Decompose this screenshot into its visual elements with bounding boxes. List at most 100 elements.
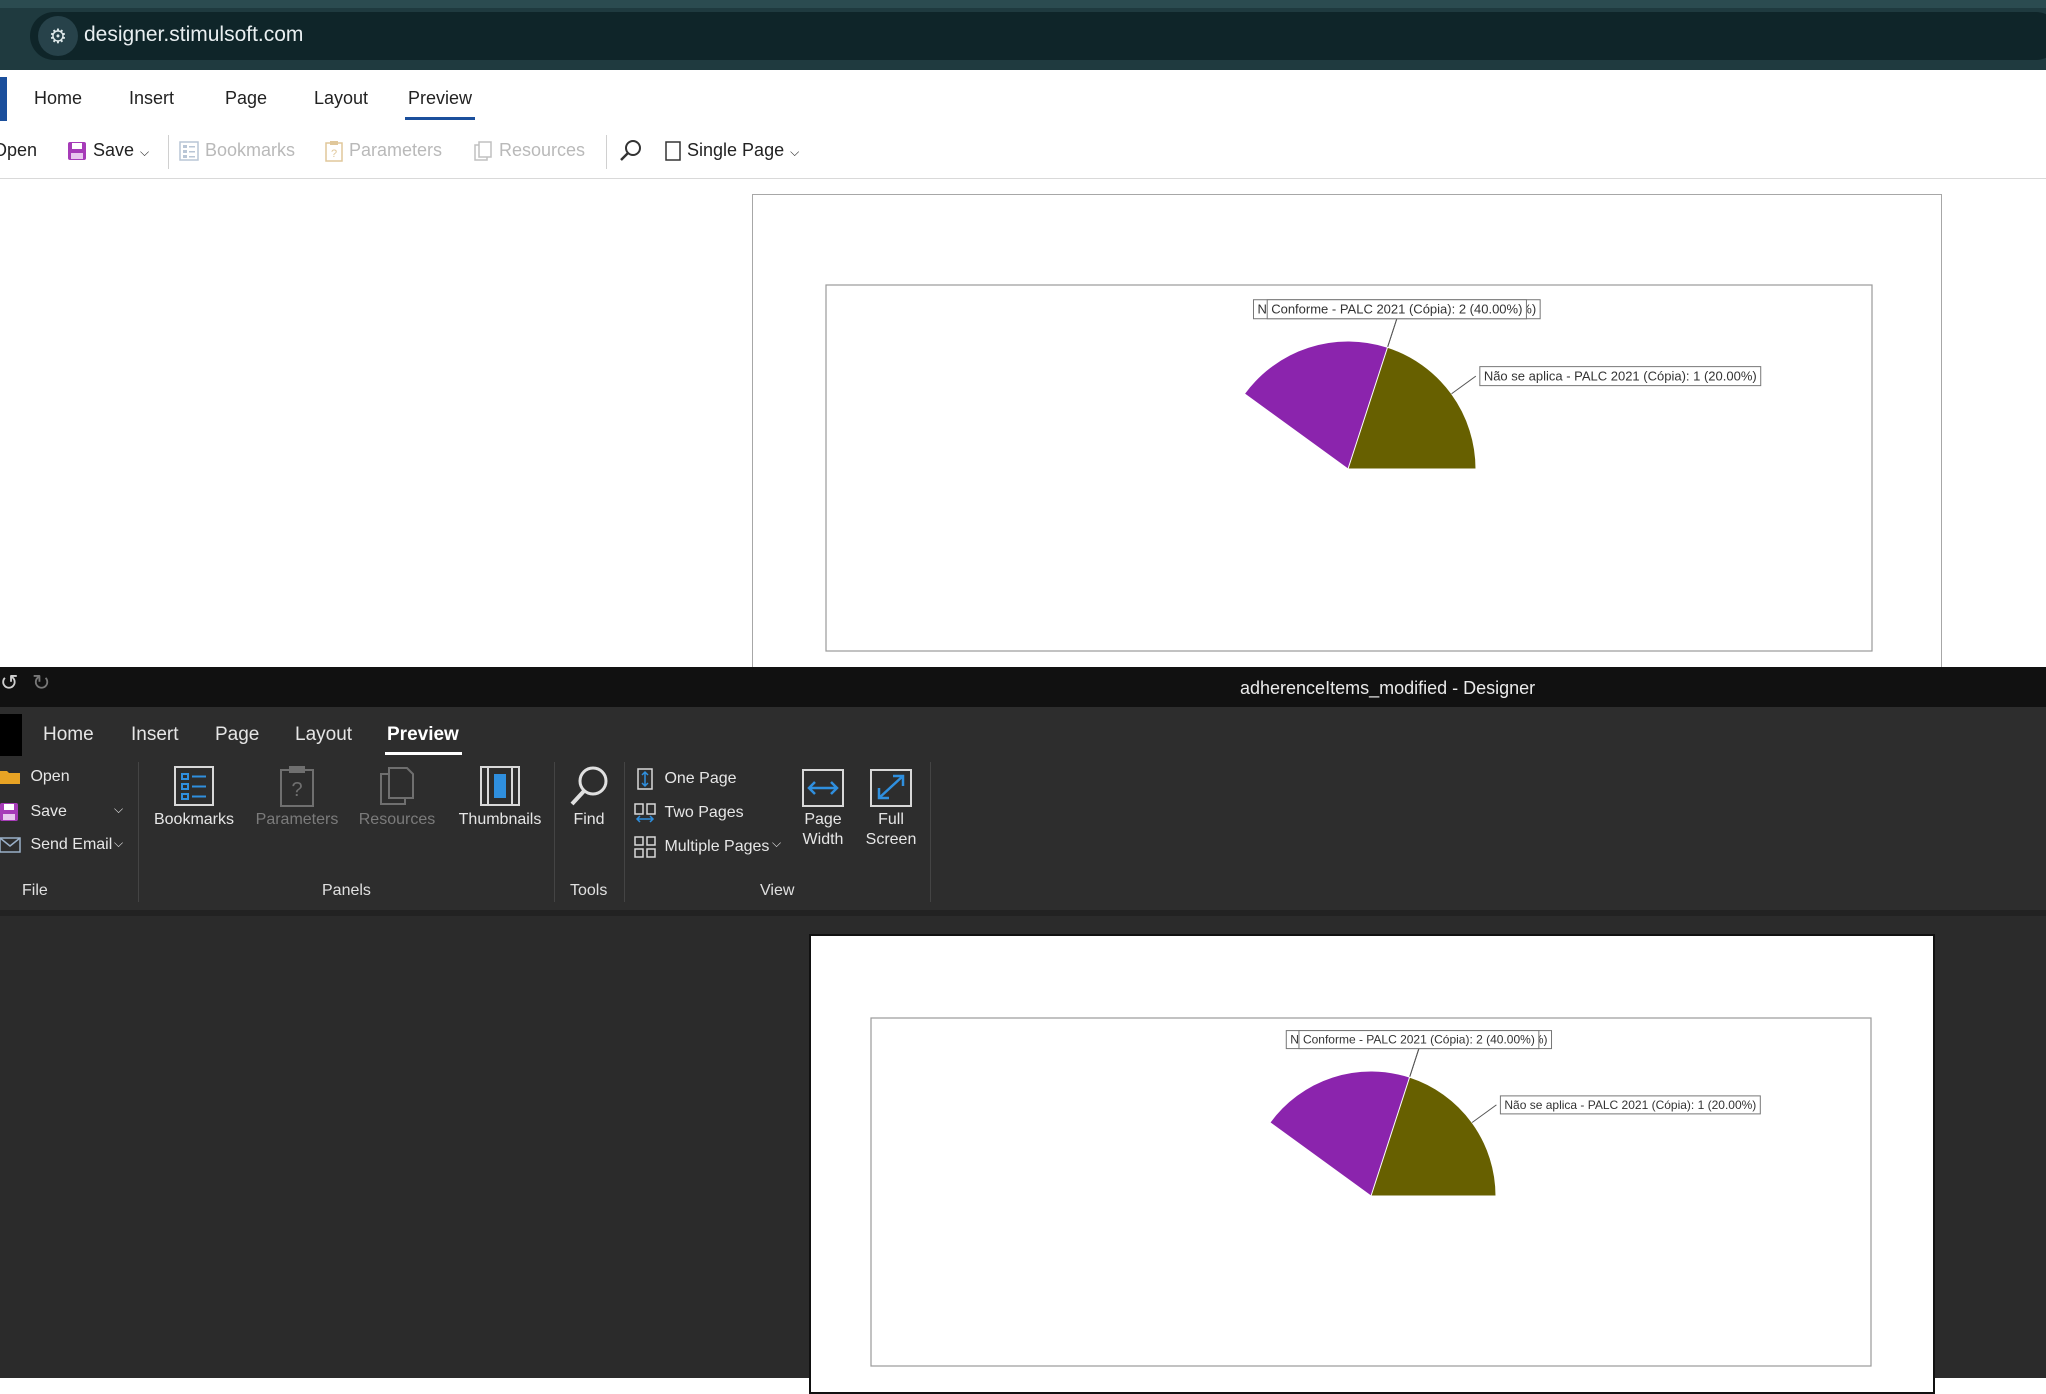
desk-page-width-button[interactable]: Page Width bbox=[796, 768, 850, 850]
desktop-report-page: Não Conforme - PALC 2021 (Cópia): 2 (40.… bbox=[809, 934, 1935, 1394]
web-resources-label: Resources bbox=[499, 140, 586, 160]
web-tab-page[interactable]: Page bbox=[225, 88, 267, 109]
desktop-title-bar bbox=[0, 667, 2046, 707]
search-icon bbox=[570, 766, 608, 806]
chevron-down-icon: ⌵ bbox=[114, 802, 124, 816]
web-open-button[interactable]: Open bbox=[0, 140, 44, 161]
web-view-mode-dropdown[interactable]: Single Page ⌵ bbox=[664, 140, 799, 162]
desk-multiple-pages-label: Multiple Pages bbox=[664, 838, 770, 856]
web-parameters-button[interactable]: ? Parameters bbox=[324, 140, 442, 162]
bookmarks-icon bbox=[174, 766, 214, 806]
desk-multiple-pages-button[interactable]: Multiple Pages ⌵ bbox=[634, 836, 786, 858]
desk-send-email-label: Send Email bbox=[30, 836, 113, 854]
desk-open-button[interactable]: Open bbox=[0, 768, 70, 786]
chevron-down-icon: ⌵ bbox=[790, 145, 800, 159]
undo-icon[interactable]: ↺ bbox=[0, 670, 18, 696]
desk-parameters-label: Parameters bbox=[255, 811, 339, 828]
one-page-icon bbox=[637, 768, 653, 790]
parameters-icon: ? bbox=[280, 766, 314, 807]
desk-tab-preview[interactable]: Preview bbox=[387, 724, 459, 746]
redo-icon[interactable]: ↻ bbox=[32, 670, 50, 696]
web-tab-home[interactable]: Home bbox=[34, 88, 82, 109]
url-text[interactable]: designer.stimulsoft.com bbox=[84, 23, 303, 47]
desk-save-label: Save bbox=[30, 803, 67, 821]
desk-page-width-label: Page Width bbox=[796, 810, 850, 850]
desk-tab-page[interactable]: Page bbox=[215, 724, 259, 746]
desk-tab-layout[interactable]: Layout bbox=[295, 724, 352, 746]
folder-open-icon bbox=[0, 771, 20, 784]
tune-icon[interactable]: ⚙ bbox=[38, 16, 78, 56]
desk-resources-button[interactable]: Resources bbox=[352, 764, 442, 830]
save-icon bbox=[68, 142, 86, 161]
web-save-label: Save bbox=[93, 140, 135, 160]
pie-data-label: Não se aplica - PALC 2021 (Cópia): 1 (20… bbox=[1504, 1098, 1756, 1112]
web-ribbon bbox=[0, 70, 2046, 179]
web-pie-chart: Não Conforme - PALC 2021 (Cópia): 2 (40.… bbox=[825, 284, 1873, 652]
thumbnails-icon bbox=[480, 766, 520, 806]
svg-text:?: ? bbox=[331, 148, 337, 160]
bookmarks-icon bbox=[179, 141, 199, 161]
desk-bookmarks-label: Bookmarks bbox=[153, 811, 235, 828]
save-icon bbox=[0, 803, 18, 821]
web-bookmarks-label: Bookmarks bbox=[205, 140, 296, 160]
toolbar-divider bbox=[168, 135, 169, 169]
chevron-down-icon: ⌵ bbox=[772, 836, 782, 850]
desk-resources-label: Resources bbox=[358, 811, 436, 828]
page-width-label-line2: Width bbox=[802, 831, 844, 848]
group-label-file: File bbox=[22, 882, 48, 899]
web-tab-active-indicator bbox=[405, 117, 475, 120]
desktop-pie-chart: Não Conforme - PALC 2021 (Cópia): 2 (40.… bbox=[870, 1017, 1872, 1367]
desktop-app-menu[interactable] bbox=[0, 714, 22, 756]
desk-find-label: Find bbox=[573, 811, 605, 828]
web-bookmarks-button[interactable]: Bookmarks bbox=[178, 140, 295, 162]
single-page-icon bbox=[665, 141, 681, 161]
page-width-label-line1: Page bbox=[804, 811, 842, 828]
desk-open-label: Open bbox=[30, 768, 70, 786]
group-label-view: View bbox=[760, 882, 795, 899]
desk-bookmarks-button[interactable]: Bookmarks bbox=[150, 764, 238, 830]
chevron-down-icon: ⌵ bbox=[140, 145, 150, 159]
web-report-page: Não Conforme - PALC 2021 (Cópia): 2 (40.… bbox=[752, 194, 1942, 686]
desk-full-screen-label: Full Screen bbox=[864, 810, 918, 850]
two-pages-icon bbox=[634, 803, 656, 823]
desk-find-button[interactable]: Find bbox=[562, 764, 616, 830]
full-screen-icon bbox=[870, 769, 912, 807]
address-bar[interactable] bbox=[30, 12, 2046, 60]
full-screen-label-line1: Full bbox=[878, 811, 904, 828]
desk-save-button[interactable]: Save ⌵ bbox=[0, 802, 130, 822]
desk-tab-insert[interactable]: Insert bbox=[131, 724, 179, 746]
pie-data-label: Conforme - PALC 2021 (Cópia): 2 (40.00%) bbox=[1303, 1033, 1535, 1047]
desk-two-pages-label: Two Pages bbox=[664, 804, 744, 822]
web-resources-button[interactable]: Resources bbox=[472, 140, 585, 162]
group-label-panels: Panels bbox=[322, 882, 371, 899]
multiple-pages-icon bbox=[634, 836, 656, 858]
desk-thumbnails-label: Thumbnails bbox=[458, 811, 542, 828]
desk-tab-home[interactable]: Home bbox=[43, 724, 94, 746]
search-icon bbox=[620, 140, 641, 161]
group-divider bbox=[624, 762, 625, 902]
email-icon bbox=[0, 837, 21, 853]
web-find-button[interactable] bbox=[618, 138, 644, 169]
web-tab-layout[interactable]: Layout bbox=[314, 88, 368, 109]
desk-tab-active-indicator bbox=[385, 752, 462, 755]
parameters-icon: ? bbox=[325, 141, 343, 162]
web-tab-preview[interactable]: Preview bbox=[408, 88, 472, 109]
resources-icon bbox=[474, 141, 492, 161]
desk-parameters-button[interactable]: ? Parameters bbox=[252, 764, 342, 830]
desk-full-screen-button[interactable]: Full Screen bbox=[864, 768, 918, 850]
group-divider bbox=[930, 762, 931, 902]
group-divider bbox=[138, 762, 139, 902]
full-screen-label-line2: Screen bbox=[865, 831, 917, 848]
window-title: adherenceItems_modified - Designer bbox=[1240, 678, 1536, 698]
page-width-icon bbox=[802, 769, 844, 807]
web-parameters-label: Parameters bbox=[349, 140, 443, 160]
desk-send-email-button[interactable]: Send Email ⌵ bbox=[0, 836, 130, 854]
chevron-down-icon: ⌵ bbox=[114, 836, 124, 850]
web-tab-insert[interactable]: Insert bbox=[129, 88, 174, 109]
web-save-button[interactable]: Save ⌵ bbox=[66, 140, 149, 162]
desk-one-page-button[interactable]: One Page bbox=[634, 768, 737, 790]
desk-thumbnails-button[interactable]: Thumbnails bbox=[452, 764, 548, 830]
pie-data-label: Não se aplica - PALC 2021 (Cópia): 1 (20… bbox=[1484, 369, 1757, 384]
web-view-mode-label: Single Page bbox=[687, 140, 785, 160]
desk-two-pages-button[interactable]: Two Pages bbox=[634, 802, 744, 824]
